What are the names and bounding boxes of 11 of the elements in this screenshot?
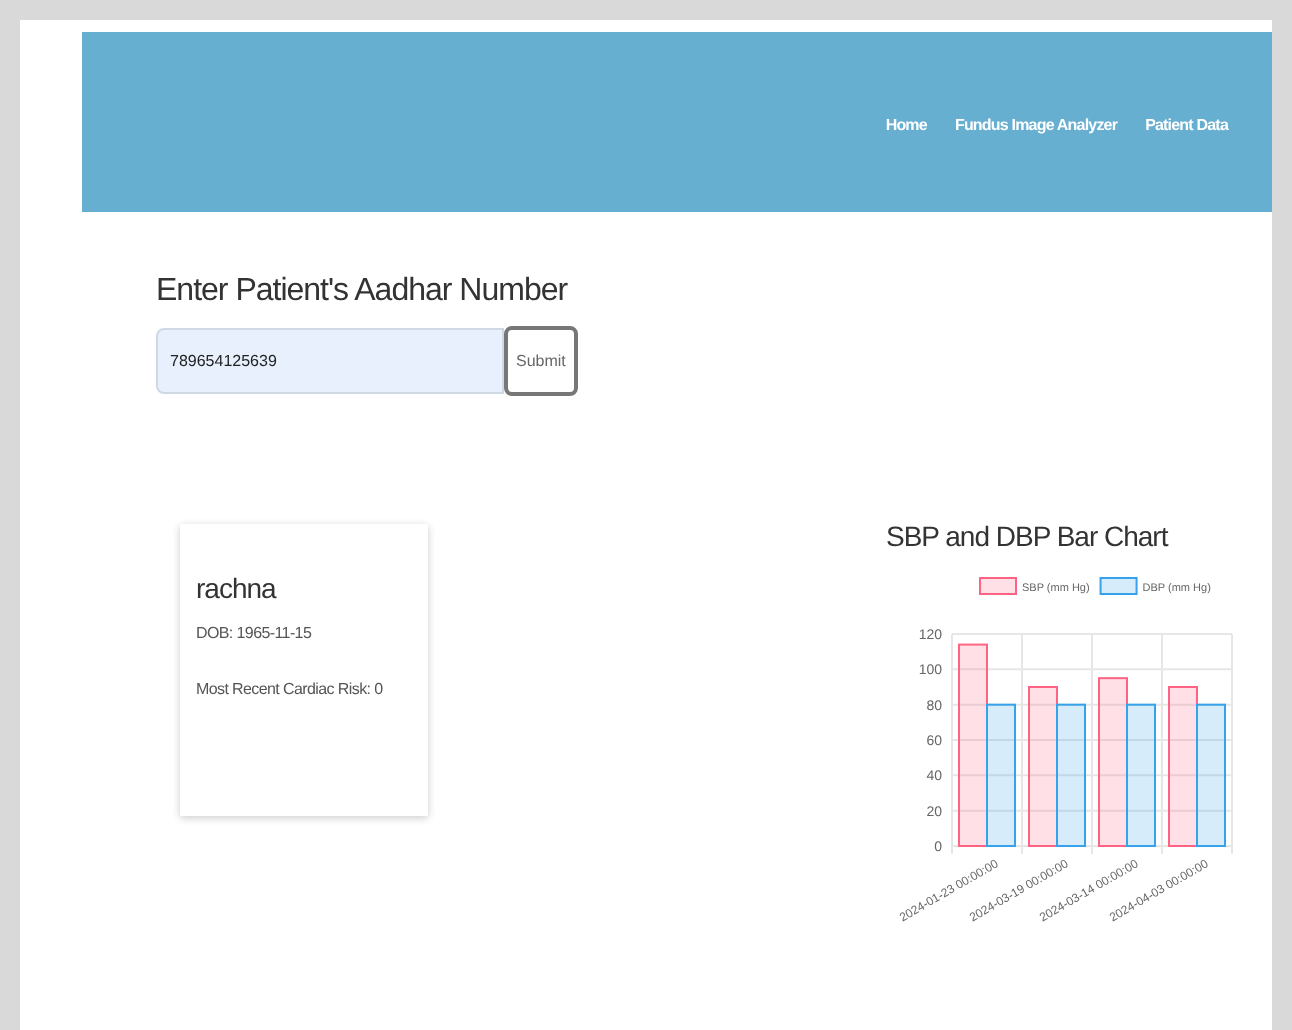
bar [1056,703,1086,847]
aadhar-input[interactable]: 789654125639 [156,328,504,394]
chart-title: SBP and DBP Bar Chart [886,518,1171,556]
dob-text: DOB: 1965-11-15 [196,622,314,646]
bar [986,703,1016,847]
bar [1126,703,1156,847]
bar [1196,703,1226,847]
cardiac-risk-text: Most Recent Cardiac Risk: 0 [196,678,385,702]
submit-button[interactable]: Submit [504,326,578,396]
search-heading: Enter Patient's Aadhar Number [156,272,570,312]
patient-name: rachna [196,570,279,608]
